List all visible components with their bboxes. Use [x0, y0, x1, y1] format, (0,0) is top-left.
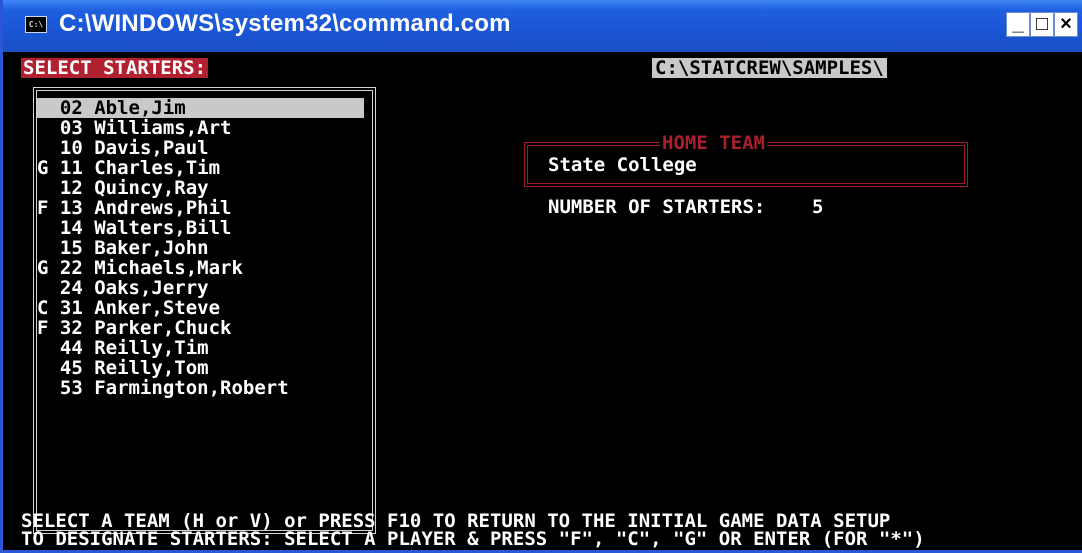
player-list-item[interactable]: 24 Oaks,Jerry	[37, 278, 364, 298]
maximize-button[interactable]: □	[1030, 12, 1054, 37]
player-list-item[interactable]: 10 Davis,Paul	[37, 138, 364, 158]
instruction-line-2: TO DESIGNATE STARTERS: SELECT A PLAYER &…	[21, 528, 925, 550]
player-list[interactable]: 02 Able,Jim 03 Williams,Art 10 Davis,Pau…	[33, 87, 376, 534]
player-list-item[interactable]: F 32 Parker,Chuck	[37, 318, 364, 338]
player-list-item[interactable]: 14 Walters,Bill	[37, 218, 364, 238]
number-of-starters-label: NUMBER OF STARTERS:	[548, 196, 766, 218]
player-list-item[interactable]: C 31 Anker,Steve	[37, 298, 364, 318]
player-list-item[interactable]: F 13 Andrews,Phil	[37, 198, 364, 218]
player-list-item[interactable]: 53 Farmington,Robert	[37, 378, 364, 398]
select-starters-header: SELECT STARTERS:	[21, 57, 209, 79]
console-screen[interactable]: SELECT STARTERS: C:\STATCREW\SAMPLES\ 02…	[21, 52, 1082, 550]
minimize-button[interactable]: _	[1006, 12, 1030, 37]
player-list-item[interactable]: 15 Baker,John	[37, 238, 364, 258]
player-list-item-selected[interactable]: 02 Able,Jim	[37, 98, 364, 118]
player-list-item[interactable]: G 22 Michaels,Mark	[37, 258, 364, 278]
number-of-starters-value: 5	[812, 196, 824, 218]
command-prompt-icon[interactable]: C:\	[25, 16, 47, 33]
home-team-name[interactable]: State College	[548, 154, 697, 176]
console-window: C:\ C:\WINDOWS\system32\command.com _ □ …	[0, 0, 1082, 553]
current-path: C:\STATCREW\SAMPLES\	[652, 58, 887, 78]
player-list-item[interactable]: 12 Quincy,Ray	[37, 178, 364, 198]
home-team-label: HOME TEAM	[660, 132, 767, 154]
player-list-item[interactable]: 45 Reilly,Tom	[37, 358, 364, 378]
close-button[interactable]: ×	[1054, 12, 1078, 37]
window-title: C:\WINDOWS\system32\command.com	[59, 10, 511, 37]
player-list-item[interactable]: 03 Williams,Art	[37, 118, 364, 138]
player-list-item[interactable]: 44 Reilly,Tim	[37, 338, 364, 358]
player-list-item[interactable]: G 11 Charles,Tim	[37, 158, 364, 178]
title-bar[interactable]: C:\ C:\WINDOWS\system32\command.com _ □ …	[3, 0, 1082, 52]
